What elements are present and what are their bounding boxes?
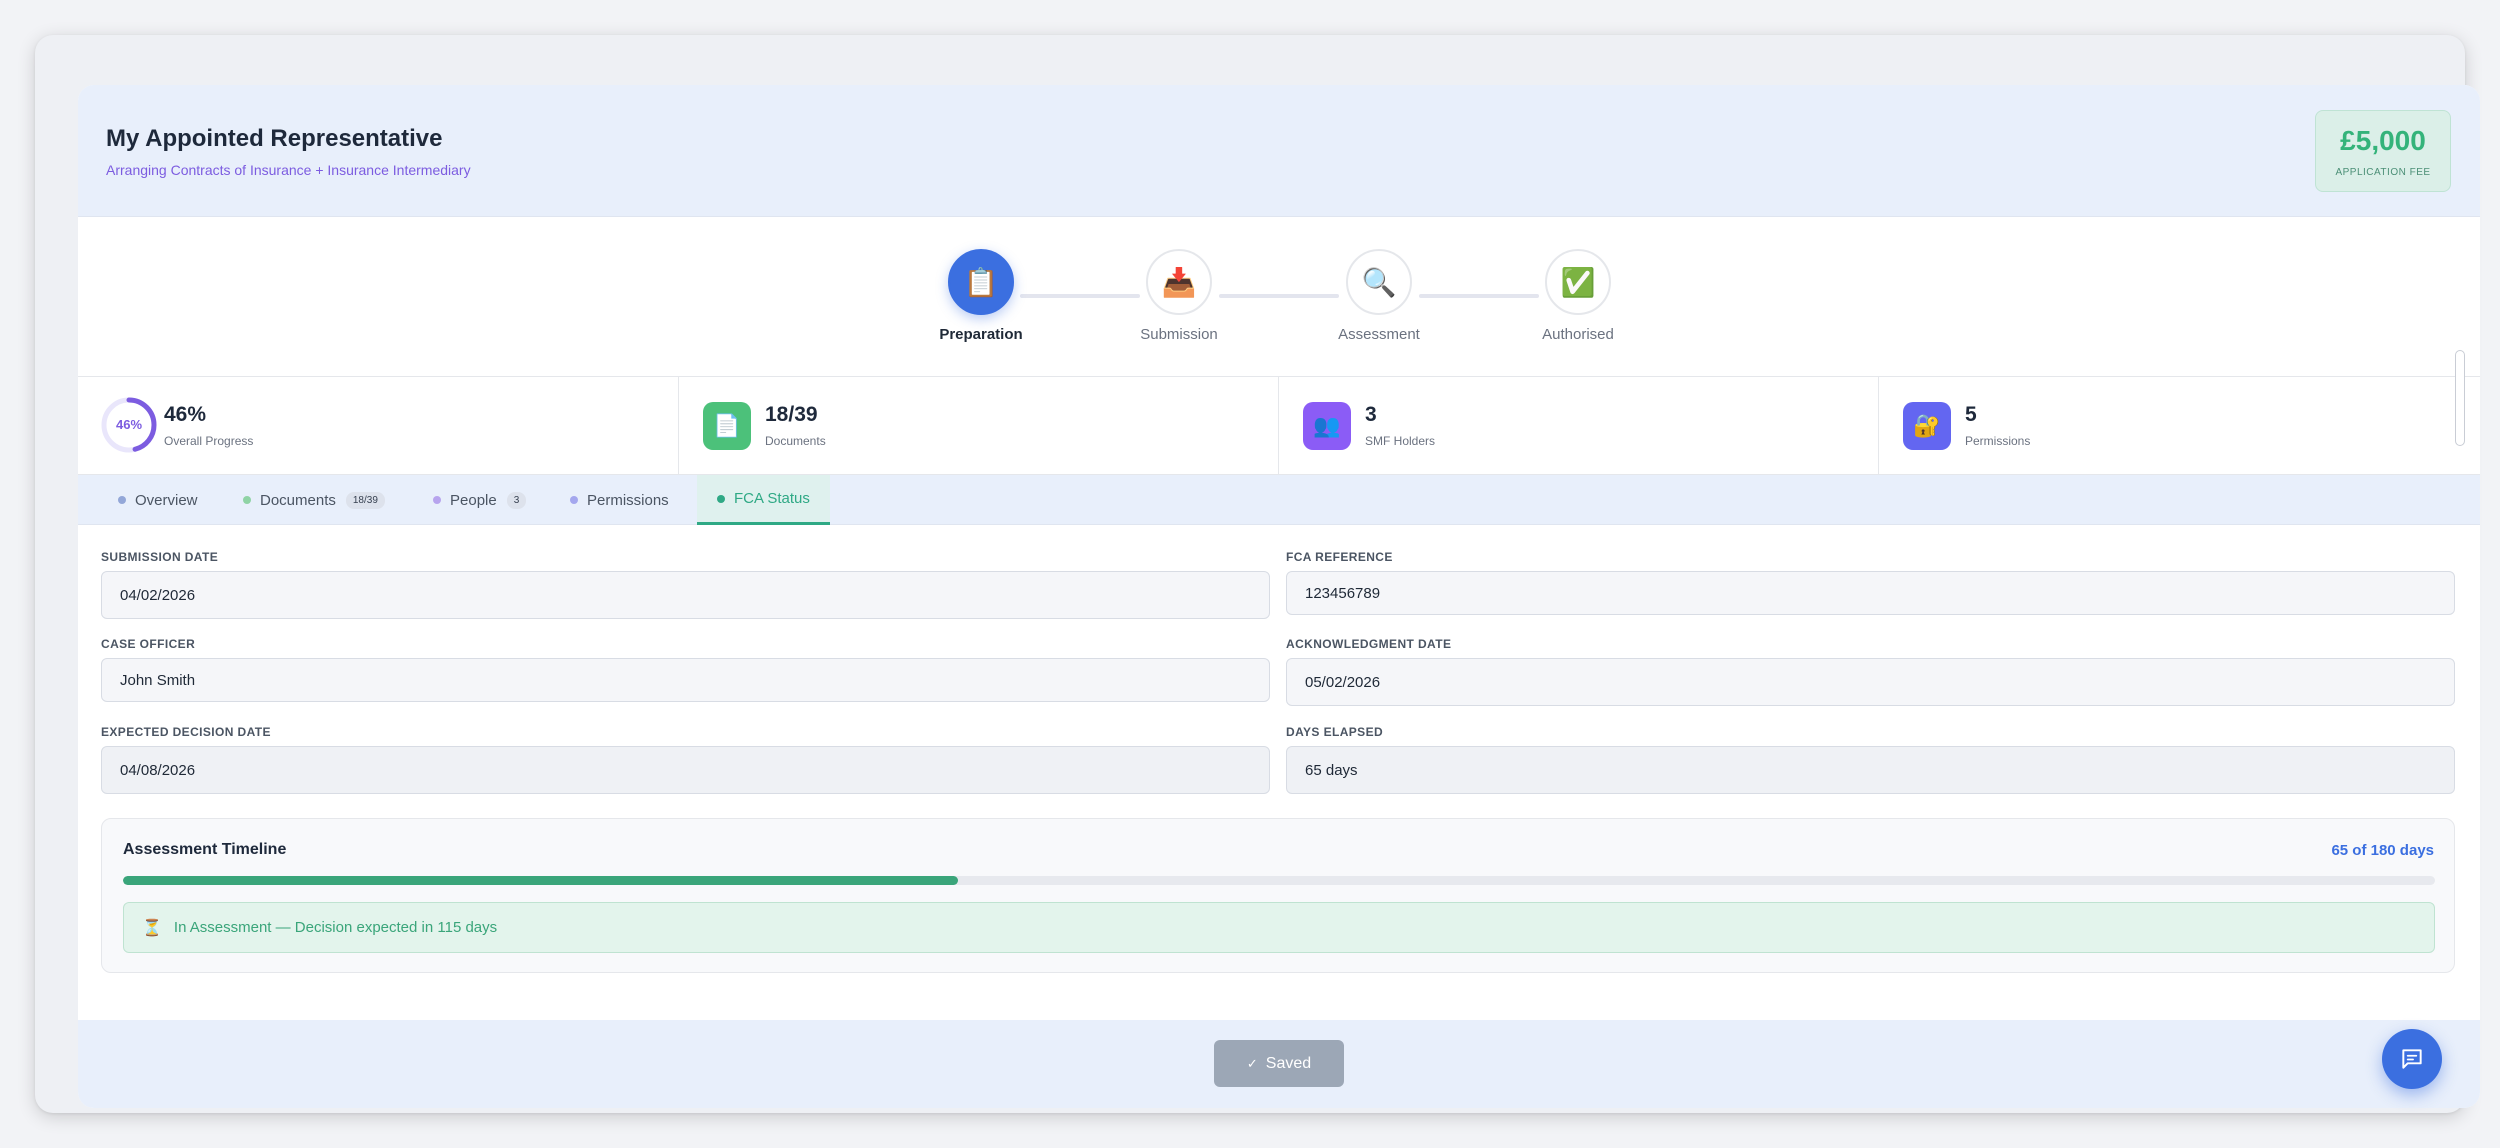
tab-label: FCA Status	[734, 490, 810, 507]
people-icon: 👥	[1303, 402, 1351, 450]
tab-label: People	[450, 491, 497, 509]
submission-date-label: SUBMISSION DATE	[101, 550, 219, 564]
step-label: Submission	[1140, 326, 1218, 343]
stat-documents: 📄 18/39 Documents	[679, 377, 1279, 475]
stat-overall-progress: 46% 46% Overall Progress	[78, 377, 679, 475]
chat-bubble-icon	[2402, 1049, 2422, 1069]
tab-dot	[243, 496, 251, 504]
clipboard-icon: 📋	[948, 249, 1014, 315]
step-connector	[1020, 294, 1140, 298]
stat-label: SMF Holders	[1365, 434, 1436, 448]
stat-label: Overall Progress	[164, 434, 254, 448]
expected-decision-date-field[interactable]: 04/08/2026	[101, 746, 1270, 794]
magnifier-icon: 🔍	[1346, 249, 1412, 315]
check-icon: ✓	[1246, 1055, 1258, 1071]
acknowledgment-date-field[interactable]: 05/02/2026	[1286, 658, 2455, 706]
stat-value: 46%	[164, 403, 207, 426]
tab-label: Overview	[135, 491, 198, 509]
stat-label: Permissions	[1965, 434, 2031, 448]
case-officer-field[interactable]: John Smith	[101, 658, 1270, 702]
tab-label: Documents	[260, 491, 336, 509]
tab-people[interactable]: People 3	[413, 475, 546, 525]
stat-value: 5	[1965, 403, 1977, 426]
tab-documents[interactable]: Documents 18/39	[223, 475, 405, 525]
progress-stepper: 📋 Preparation 📥 Submission 🔍 Assessment …	[78, 217, 2480, 377]
scrollbar-thumb[interactable]	[2455, 350, 2465, 446]
timeline-status-banner: ⏳ In Assessment — Decision expected in 1…	[123, 902, 2435, 953]
application-card: My Appointed Representative Arranging Co…	[78, 85, 2480, 1108]
tab-dot	[118, 496, 126, 504]
tab-badge: 3	[506, 491, 527, 509]
fca-reference-field[interactable]: 123456789	[1286, 571, 2455, 615]
card-footer: ✓ Saved	[78, 1020, 2480, 1108]
step-label: Assessment	[1338, 326, 1420, 343]
timeline-days: 65 of 180 days	[2331, 842, 2434, 859]
page-title: My Appointed Representative	[106, 125, 443, 152]
tab-label: Permissions	[587, 491, 669, 509]
days-elapsed-label: DAYS ELAPSED	[1286, 725, 1384, 739]
app-frame: My Appointed Representative Arranging Co…	[35, 35, 2480, 1113]
tab-overview[interactable]: Overview	[98, 475, 218, 525]
tab-dot	[570, 496, 578, 504]
tab-badge: 18/39	[345, 491, 385, 509]
tab-permissions[interactable]: Permissions	[550, 475, 689, 525]
card-header: My Appointed Representative Arranging Co…	[78, 85, 2480, 217]
saved-button[interactable]: ✓ Saved	[1214, 1040, 1344, 1087]
check-mark-icon: ✅	[1545, 249, 1611, 315]
tab-bar: Overview Documents 18/39 People 3 Permis…	[78, 475, 2480, 525]
fca-reference-label: FCA REFERENCE	[1286, 550, 1393, 564]
stat-value: 18/39	[765, 403, 818, 426]
tab-dot	[717, 494, 725, 503]
stats-row: 46% 46% Overall Progress 📄 18/39 Documen…	[78, 377, 2480, 475]
fee-label: APPLICATION FEE	[2335, 167, 2431, 178]
timeline-status-text: In Assessment — Decision expected in 115…	[173, 919, 498, 936]
timeline-progress-fill	[123, 876, 958, 885]
application-fee-badge: £5,000 APPLICATION FEE	[2315, 110, 2451, 192]
tab-fca-status[interactable]: FCA Status	[697, 475, 830, 525]
step-label: Preparation	[939, 326, 1023, 343]
chat-button[interactable]	[2382, 1029, 2442, 1089]
acknowledgment-date-label: ACKNOWLEDGMENT DATE	[1286, 637, 1452, 651]
assessment-timeline: Assessment Timeline 65 of 180 days ⏳ In …	[101, 818, 2455, 973]
stat-smf-holders: 👥 3 SMF Holders	[1279, 377, 1879, 475]
progress-ring-text: 46%	[115, 417, 143, 432]
timeline-progress-track	[123, 876, 2435, 885]
days-elapsed-field: 65 days	[1286, 746, 2455, 794]
step-label: Authorised	[1542, 326, 1614, 343]
page-subtitle: Arranging Contracts of Insurance + Insur…	[106, 162, 471, 178]
tab-dot	[433, 496, 441, 504]
inbox-tray-icon: 📥	[1146, 249, 1212, 315]
document-icon: 📄	[703, 402, 751, 450]
stat-value: 3	[1365, 403, 1377, 426]
timeline-title: Assessment Timeline	[123, 841, 287, 858]
step-connector	[1219, 294, 1339, 298]
lock-key-icon: 🔐	[1903, 402, 1951, 450]
expected-decision-date-label: EXPECTED DECISION DATE	[101, 725, 271, 739]
step-connector	[1419, 294, 1539, 298]
hourglass-icon: ⏳	[142, 919, 162, 937]
saved-button-label: Saved	[1265, 1054, 1312, 1072]
stat-permissions: 🔐 5 Permissions	[1879, 377, 2480, 475]
case-officer-label: CASE OFFICER	[101, 637, 196, 651]
submission-date-field[interactable]: 04/02/2026	[101, 571, 1270, 619]
stat-label: Documents	[765, 434, 826, 448]
fee-amount: £5,000	[2340, 125, 2426, 156]
